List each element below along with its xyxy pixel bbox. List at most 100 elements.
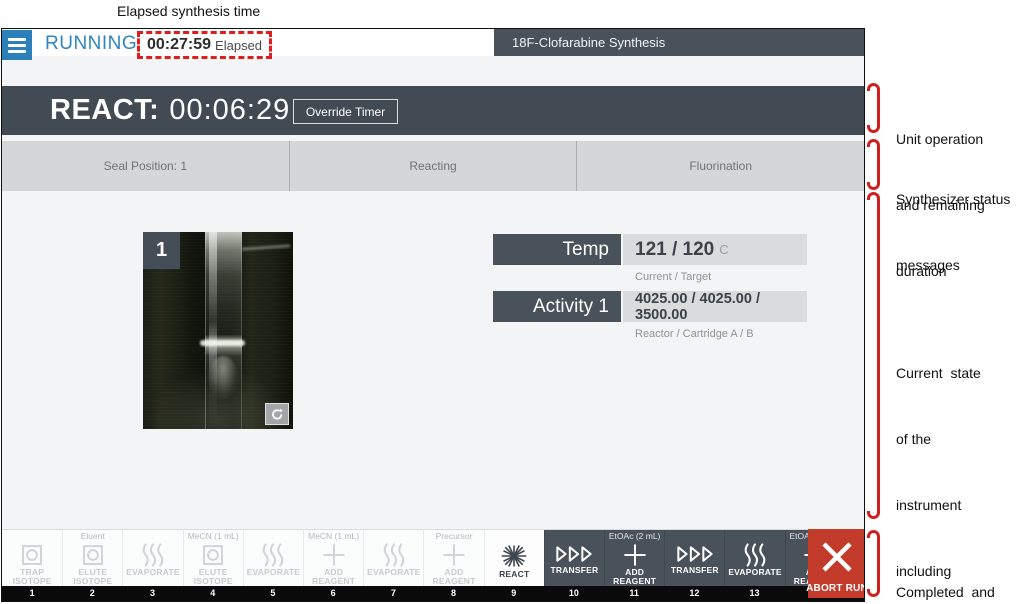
transfer-icon [674, 542, 716, 566]
elute-isotope-icon [200, 542, 226, 568]
operation-tile-4[interactable]: MeCN (1 mL) ELUTE ISOTOPE 4 [182, 530, 243, 601]
operation-tile-7[interactable]: EVAPORATE 7 [363, 530, 424, 601]
operation-reagent-label [152, 530, 154, 542]
reactor-number-badge: 1 [143, 232, 180, 269]
operation-number: 8 [423, 586, 484, 601]
evaporate-icon [258, 542, 288, 568]
callout-bracket-instrument-state [867, 192, 880, 519]
activity-sensor-sublabel: Reactor / Cartridge A / B [635, 328, 754, 340]
activity-sensor-value: 4025.00 / 4025.00 / 3500.00 [623, 291, 807, 323]
operation-number: 7 [363, 586, 424, 601]
callout-bracket-unit-operation [867, 83, 880, 133]
operation-reagent-label: Eluent [80, 531, 105, 541]
operation-name-line2: REAGENT [432, 576, 476, 586]
status-message-row: Seal Position: 1 Reacting Fluorination [2, 141, 864, 191]
operation-tile-9[interactable]: REACT 9 [483, 530, 544, 601]
operation-name-line2: ISOTOPE [73, 576, 113, 586]
trap-isotope-icon [19, 542, 45, 568]
operation-name-line2: ISOTOPE [193, 576, 233, 586]
operation-name-line2: ISOTOPE [12, 576, 52, 586]
operation-number: 6 [303, 586, 364, 601]
operation-tile-2[interactable]: Eluent ELUTE ISOTOPE 2 [62, 530, 123, 601]
operation-name-line1: EVAPORATE [246, 567, 301, 577]
run-status-label: RUNNING [45, 33, 138, 54]
elapsed-time-box: 00:27:59 Elapsed [137, 31, 273, 59]
evaporate-icon [138, 542, 168, 568]
evaporate-icon [379, 542, 409, 568]
operation-number: 9 [483, 586, 544, 601]
temp-sensor-sublabel: Current / Target [635, 271, 712, 283]
operation-name-line1: EVAPORATE [367, 567, 421, 577]
operation-reagent-label [272, 530, 274, 542]
operation-reagent-label [694, 530, 696, 542]
operation-tile-3[interactable]: EVAPORATE 3 [122, 530, 183, 601]
callout-bracket-status [867, 139, 880, 190]
hamburger-menu-icon[interactable] [2, 30, 32, 60]
operation-number: 12 [664, 586, 725, 601]
temp-sensor-label: Temp [493, 234, 621, 265]
operation-tile-5[interactable]: EVAPORATE 5 [242, 530, 304, 601]
evaporate-icon [740, 542, 770, 568]
activity-sensor-label: Activity 1 [493, 291, 621, 322]
operation-name-line1: REACT [499, 569, 530, 579]
add-reagent-icon [622, 542, 648, 568]
elapsed-time-value: 00:27:59 [147, 36, 212, 53]
operation-reagent-label [31, 530, 33, 542]
abort-run-button[interactable]: ABORT RUN [806, 529, 864, 598]
operation-tile-8[interactable]: Precursor ADD REAGENT 8 [423, 530, 484, 601]
reactor-camera-image: 1 [143, 232, 293, 429]
operation-reagent-label [513, 530, 515, 542]
page: Elapsed synthesis time 18F-Clofarabine S… [0, 0, 1019, 604]
refresh-camera-icon[interactable] [265, 403, 289, 425]
transfer-icon [553, 542, 595, 566]
operation-name: REACT: [50, 94, 160, 126]
operation-number: 11 [604, 586, 665, 601]
operation-reagent-label [393, 530, 395, 542]
operation-reagent-label: EtOAc (2 mL) [608, 531, 661, 541]
callout-operations: Completed and upcoming operations [896, 584, 995, 600]
synthesizer-app-window: 18F-Clofarabine Synthesis RUNNING 00:27:… [1, 28, 865, 602]
elapsed-time-unit: Elapsed [215, 37, 263, 53]
operations-row: TRAP ISOTOPE 1 Eluent ELUTE ISOTOPE 2 EV… [2, 529, 864, 601]
callout-status-messages: Synthesizer status messages [896, 191, 1011, 273]
reaction-vial [204, 232, 242, 429]
operation-name-line2: REAGENT [312, 576, 356, 586]
status-step-name: Fluorination [576, 141, 864, 191]
operation-number: 1 [2, 586, 63, 601]
operation-name-line2: REAGENT [613, 576, 657, 586]
operation-name-line1: EVAPORATE [126, 567, 180, 577]
operation-reagent-label [754, 530, 756, 542]
operation-number: 3 [122, 586, 183, 601]
operation-number: 2 [62, 586, 123, 601]
operation-reagent-label: MeCN (1 mL) [308, 531, 360, 541]
react-icon [500, 542, 528, 570]
operation-number: 4 [182, 586, 243, 601]
elute-isotope-icon [80, 542, 106, 568]
operation-number: 5 [242, 586, 304, 601]
status-operation-state: Reacting [288, 141, 577, 191]
operation-name-line1: EVAPORATE [728, 567, 782, 577]
callout-bracket-operations [867, 530, 880, 597]
callout-elapsed-time: Elapsed synthesis time [117, 3, 261, 19]
operation-tile-1[interactable]: TRAP ISOTOPE 1 [2, 530, 63, 601]
operation-reagent-label: MeCN (1 mL) [187, 531, 239, 541]
operation-tile-11[interactable]: EtOAc (2 mL) ADD REAGENT 11 [604, 530, 665, 601]
operation-tile-6[interactable]: MeCN (1 mL) ADD REAGENT 6 [303, 530, 364, 601]
operation-tile-12[interactable]: TRANSFER 12 [664, 530, 725, 601]
add-reagent-icon [321, 542, 347, 568]
sequence-title: 18F-Clofarabine Synthesis [494, 29, 864, 56]
status-seal-position: Seal Position: 1 [103, 159, 188, 173]
abort-x-icon [817, 537, 857, 580]
override-timer-button[interactable]: Override Timer [293, 99, 398, 124]
temp-sensor-value: 121 / 120 C [623, 234, 807, 265]
operation-number: 10 [543, 586, 605, 601]
operation-name-line1: TRANSFER [550, 565, 599, 575]
operation-tile-10[interactable]: TRANSFER 10 [543, 530, 605, 601]
add-reagent-icon [441, 542, 467, 568]
operation-reagent-label [573, 530, 575, 542]
operation-remaining-time: 00:06:29 [169, 94, 291, 126]
operation-reagent-label: Precursor [435, 531, 473, 541]
operation-tile-13[interactable]: EVAPORATE 13 [724, 530, 785, 601]
operation-number: 13 [724, 586, 785, 601]
operation-name-line1: TRANSFER [670, 565, 719, 575]
